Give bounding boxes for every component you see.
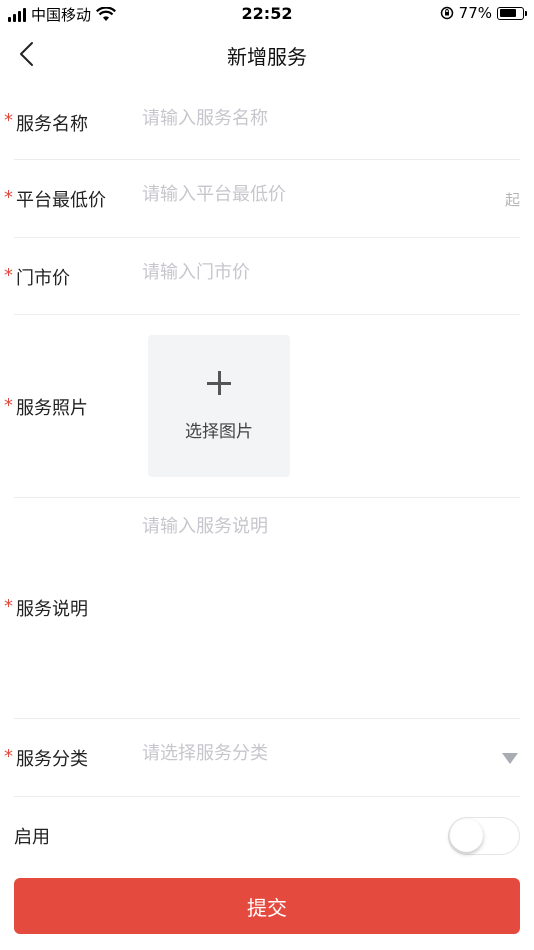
status-bar: 中国移动 22:52 77% (0, 0, 534, 28)
store-price-input[interactable] (142, 262, 490, 283)
select-image-button[interactable]: 选择图片 (148, 335, 290, 477)
status-right: 77% (440, 4, 527, 22)
required-mark: * (4, 187, 13, 208)
row-service-photo: * 服务照片 选择图片 (4, 315, 520, 498)
select-image-label: 选择图片 (185, 422, 253, 442)
required-mark: * (4, 596, 13, 617)
battery-percent: 77% (458, 4, 492, 22)
row-service-category[interactable]: * 服务分类 (4, 719, 520, 797)
service-desc-label: 服务说明 (16, 599, 88, 620)
row-platform-min-price: * 平台最低价 起 (4, 160, 520, 238)
page-title: 新增服务 (227, 45, 307, 69)
store-price-label: 门市价 (16, 268, 70, 289)
plus-icon (207, 371, 231, 395)
price-suffix: 起 (504, 191, 520, 209)
platform-min-price-input[interactable] (142, 184, 490, 205)
row-service-name: * 服务名称 (4, 84, 520, 160)
orientation-lock-icon (440, 6, 453, 20)
required-mark: * (4, 395, 13, 416)
required-mark: * (4, 746, 13, 767)
battery-icon (497, 6, 527, 20)
service-photo-label: 服务照片 (16, 398, 88, 419)
required-mark: * (4, 110, 13, 131)
platform-min-price-label: 平台最低价 (16, 190, 106, 211)
service-form: * 服务名称 * 平台最低价 起 * 门市价 * 服务照片 选择图片 * 服务说… (0, 84, 534, 875)
submit-button[interactable]: 提交 (14, 878, 520, 934)
enable-toggle[interactable] (448, 817, 520, 855)
row-service-desc: * 服务说明 (4, 498, 520, 719)
service-desc-textarea[interactable] (142, 512, 512, 712)
service-category-label: 服务分类 (16, 749, 88, 770)
row-enable: 启用 (14, 797, 520, 875)
service-name-input[interactable] (142, 108, 490, 129)
service-category-select[interactable] (142, 743, 490, 764)
service-name-label: 服务名称 (16, 114, 88, 135)
enable-label: 启用 (14, 827, 50, 848)
toggle-knob (450, 819, 483, 852)
required-mark: * (4, 265, 13, 286)
nav-bar: 新增服务 (0, 28, 534, 80)
triangle-down-icon[interactable] (502, 753, 518, 764)
row-store-price: * 门市价 (4, 238, 520, 315)
